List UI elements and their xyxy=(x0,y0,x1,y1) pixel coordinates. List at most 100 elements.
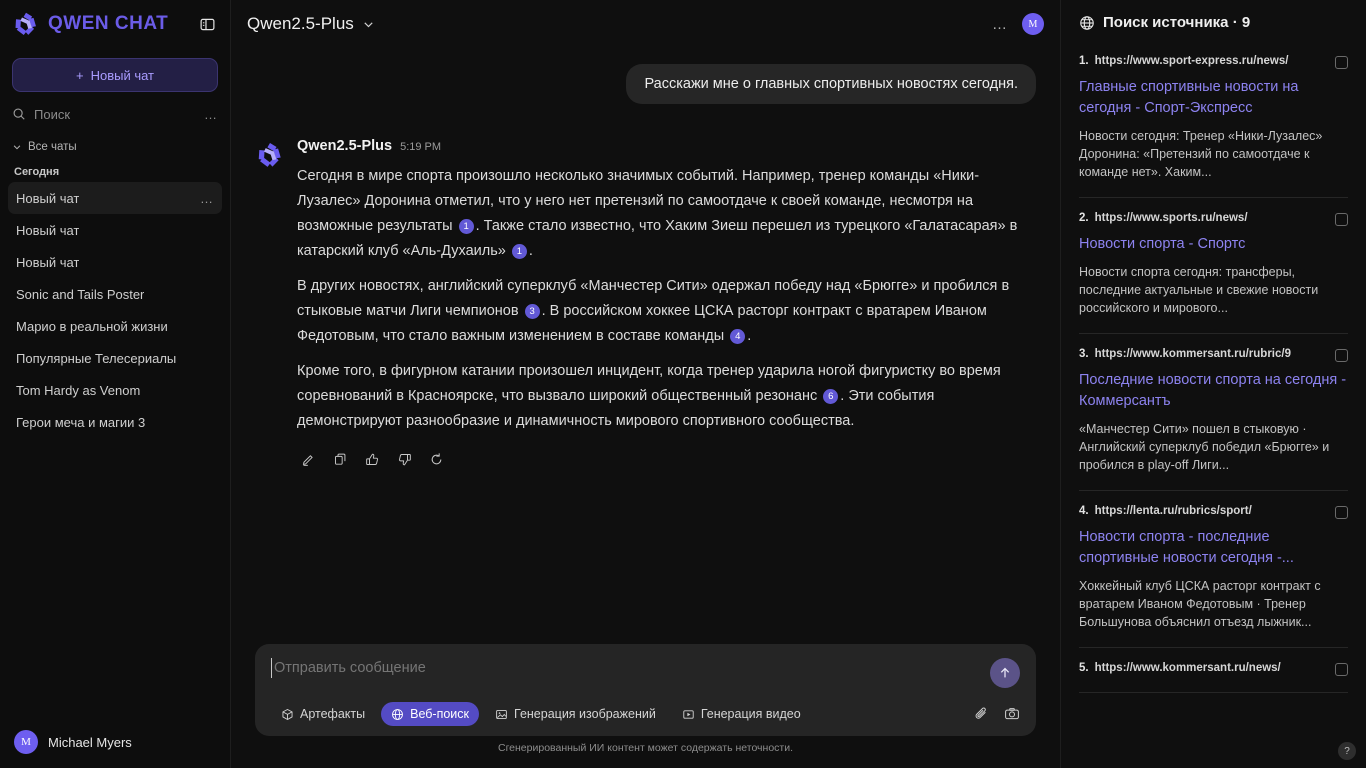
thumbs-down-icon[interactable] xyxy=(393,448,415,470)
tool-chip-image-generation[interactable]: Генерация изображений xyxy=(485,702,666,726)
brand-title: QWEN CHAT xyxy=(48,13,169,34)
user-message-row: Расскажи мне о главных спортивных новост… xyxy=(255,64,1036,104)
new-chat-button[interactable]: + Новый чат xyxy=(12,58,218,92)
user-account-row[interactable]: M Michael Myers xyxy=(0,730,231,754)
tool-chip-web-search[interactable]: Веб-поиск xyxy=(381,702,480,726)
brand-row: QWEN CHAT xyxy=(0,0,230,48)
help-button[interactable]: ? xyxy=(1338,742,1356,760)
sources-title: Поиск источника · 9 xyxy=(1103,14,1251,31)
source-url[interactable]: https://www.sports.ru/news/ xyxy=(1095,212,1329,224)
citation-badge[interactable]: 3 xyxy=(524,303,540,319)
sidebar-chat-item-7[interactable]: Герои меча и магии 3 xyxy=(8,406,222,438)
tool-chip-video-generation[interactable]: Генерация видео xyxy=(672,702,811,726)
avatar[interactable]: M xyxy=(1022,13,1044,35)
source-item[interactable]: 1. https://www.sport-express.ru/news/Глав… xyxy=(1079,41,1348,198)
copy-icon[interactable] xyxy=(329,448,351,470)
source-checkbox[interactable] xyxy=(1335,56,1348,69)
assistant-paragraphs: Сегодня в мире спорта произошло нескольк… xyxy=(297,164,1036,434)
sources-list: 1. https://www.sport-express.ru/news/Глав… xyxy=(1061,41,1366,693)
qwen-logo-icon xyxy=(12,10,40,38)
assistant-paragraph: Кроме того, в фигурном катании произошел… xyxy=(297,363,1001,429)
composer-actions xyxy=(974,706,1020,722)
assistant-body: Qwen2.5-Plus 5:19 PM Сегодня в мире спор… xyxy=(297,138,1036,470)
source-snippet: «Манчестер Сити» пошел в стыковую · Англ… xyxy=(1079,422,1330,472)
composer: Артефакты Веб-поиск xyxy=(255,644,1036,736)
video-icon xyxy=(682,708,695,721)
all-chats-label: Все чаты xyxy=(28,141,77,153)
search-more-icon[interactable]: … xyxy=(204,107,218,122)
sidebar-chat-item-5[interactable]: Популярные Телесериалы xyxy=(8,342,222,374)
sources-header: Поиск источника · 9 xyxy=(1061,0,1366,41)
regenerate-icon[interactable] xyxy=(425,448,447,470)
source-item[interactable]: 4. https://lenta.ru/rubrics/sport/Новости… xyxy=(1079,491,1348,648)
message-actions xyxy=(297,448,1036,470)
chat-item-label: Герои меча и магии 3 xyxy=(16,414,146,430)
send-button[interactable] xyxy=(990,658,1020,688)
source-item[interactable]: 3. https://www.kommersant.ru/rubric/9 Посл… xyxy=(1079,334,1348,491)
source-url[interactable]: https://www.sport-express.ru/news/ xyxy=(1095,55,1329,67)
composer-tools: Артефакты Веб-поиск Генерация изображени… xyxy=(271,702,1020,726)
source-index: 3. xyxy=(1079,348,1089,360)
chat-item-label: Новый чат xyxy=(16,254,80,270)
chat-item-label: Tom Hardy as Venom xyxy=(16,382,141,398)
source-item[interactable]: 5. https://www.kommersant.ru/news/ xyxy=(1079,648,1348,693)
citation-badge[interactable]: 6 xyxy=(823,388,839,404)
section-header-today: Сегодня xyxy=(14,166,60,178)
assistant-name: Qwen2.5-Plus xyxy=(297,138,393,154)
tool-label: Артефакты xyxy=(300,707,366,721)
citation-badge[interactable]: 1 xyxy=(458,218,474,234)
globe-icon xyxy=(391,708,404,721)
source-snippet: Хоккейный клуб ЦСКА расторг контракт с в… xyxy=(1079,579,1321,629)
more-options-icon[interactable]: … xyxy=(992,16,1008,33)
source-checkbox[interactable] xyxy=(1335,213,1348,226)
chevron-down-icon xyxy=(12,142,22,152)
search-icon xyxy=(12,107,26,121)
tool-label: Генерация видео xyxy=(700,707,801,721)
source-item[interactable]: 2. https://www.sports.ru/news/Новости спо… xyxy=(1079,198,1348,334)
chat-item-label: Sonic and Tails Poster xyxy=(16,286,145,302)
tool-label: Генерация изображений xyxy=(514,707,656,721)
sidebar-chat-item-2[interactable]: Новый чат xyxy=(8,246,222,278)
sidebar-chat-item-4[interactable]: Марио в реальной жизни xyxy=(8,310,222,342)
source-title-link[interactable]: Новости спорта - последние спортивные но… xyxy=(1079,527,1348,569)
tool-chip-artifacts[interactable]: Артефакты xyxy=(271,702,375,726)
chevron-down-icon[interactable] xyxy=(362,18,375,31)
sidebar-chat-item-1[interactable]: Новый чат xyxy=(8,214,222,246)
camera-icon[interactable] xyxy=(1004,706,1020,722)
search-input[interactable]: Поиск … xyxy=(12,100,218,128)
sidebar-chat-item-6[interactable]: Tom Hardy as Venom xyxy=(8,374,222,406)
assistant-header: Qwen2.5-Plus 5:19 PM xyxy=(297,138,1036,154)
assistant-message: Qwen2.5-Plus 5:19 PM Сегодня в мире спор… xyxy=(255,138,1036,470)
sidebar-chat-item-0[interactable]: Новый чат … xyxy=(8,182,222,214)
source-item-header: 4. https://lenta.ru/rubrics/sport/ xyxy=(1079,505,1348,519)
model-selector-label[interactable]: Qwen2.5-Plus xyxy=(247,14,354,34)
source-url[interactable]: https://www.kommersant.ru/news/ xyxy=(1095,662,1329,674)
source-snippet: Новости спорта сегодня: трансферы, после… xyxy=(1079,265,1319,315)
thumbs-up-icon[interactable] xyxy=(361,448,383,470)
source-title-link[interactable]: Последние новости спорта на сегодня - Ко… xyxy=(1079,370,1348,412)
source-item-header: 5. https://www.kommersant.ru/news/ xyxy=(1079,662,1348,676)
app-root: QWEN CHAT + Новый чат Поиск … Все чаты С… xyxy=(0,0,1366,768)
message-input[interactable] xyxy=(271,658,990,678)
tool-label: Веб-поиск xyxy=(410,707,470,721)
paperclip-icon[interactable] xyxy=(974,706,990,722)
source-checkbox[interactable] xyxy=(1335,663,1348,676)
source-checkbox[interactable] xyxy=(1335,506,1348,519)
source-checkbox[interactable] xyxy=(1335,349,1348,362)
source-index: 1. xyxy=(1079,55,1089,67)
chat-item-menu-icon[interactable]: … xyxy=(200,191,214,206)
sidebar-chat-item-3[interactable]: Sonic and Tails Poster xyxy=(8,278,222,310)
source-title-link[interactable]: Новости спорта - Спортс xyxy=(1079,234,1348,255)
sidebar-toggle-icon[interactable] xyxy=(196,13,218,35)
source-item-header: 1. https://www.sport-express.ru/news/ xyxy=(1079,55,1348,69)
plus-icon: + xyxy=(75,67,84,83)
edit-pencil-icon[interactable] xyxy=(297,448,319,470)
citation-badge[interactable]: 1 xyxy=(511,243,527,259)
source-item-header: 3. https://www.kommersant.ru/rubric/9 xyxy=(1079,348,1348,362)
source-title-link[interactable]: Главные спортивные новости на сегодня - … xyxy=(1079,77,1348,119)
source-url[interactable]: https://lenta.ru/rubrics/sport/ xyxy=(1095,505,1329,517)
all-chats-toggle[interactable]: Все чаты xyxy=(12,136,218,158)
citation-badge[interactable]: 4 xyxy=(730,328,746,344)
search-placeholder: Поиск xyxy=(34,106,71,122)
source-url[interactable]: https://www.kommersant.ru/rubric/9 xyxy=(1095,348,1329,360)
